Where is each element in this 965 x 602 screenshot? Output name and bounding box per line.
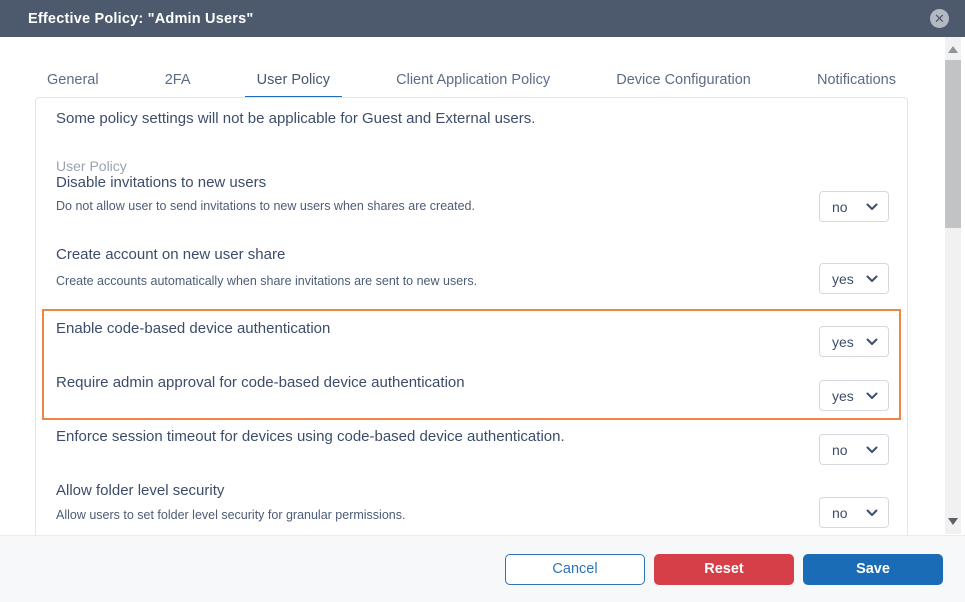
cancel-button[interactable]: Cancel (505, 554, 645, 585)
modal-footer: Cancel Reset Save (0, 535, 965, 602)
tab-general[interactable]: General (35, 70, 111, 96)
select-value: no (832, 505, 848, 521)
setting-select-require-admin-approval[interactable]: yes (819, 380, 889, 411)
modal-header: Effective Policy: "Admin Users" ✕ (0, 0, 965, 37)
select-value: no (832, 199, 848, 215)
chevron-down-icon (866, 392, 878, 400)
vertical-scrollbar[interactable] (945, 37, 961, 534)
save-button[interactable]: Save (803, 554, 943, 585)
tab-bar: General 2FA User Policy Client Applicati… (35, 70, 908, 97)
setting-title-create-account: Create account on new user share (56, 246, 285, 263)
chevron-down-icon (866, 338, 878, 346)
setting-title-enable-code-auth: Enable code-based device authentication (56, 320, 330, 337)
scroll-down-icon[interactable] (948, 518, 958, 525)
setting-title-require-admin-approval: Require admin approval for code-based de… (56, 374, 465, 391)
tab-device-configuration[interactable]: Device Configuration (604, 70, 763, 96)
scrollbar-thumb[interactable] (945, 60, 961, 228)
setting-select-enforce-session-timeout[interactable]: no (819, 434, 889, 465)
setting-title-disable-invitations: Disable invitations to new users (56, 174, 266, 191)
tab-client-application-policy[interactable]: Client Application Policy (384, 70, 562, 96)
tab-2fa[interactable]: 2FA (153, 70, 203, 96)
select-value: yes (832, 334, 854, 350)
setting-title-enforce-session-timeout: Enforce session timeout for devices usin… (56, 428, 565, 445)
chevron-down-icon (866, 509, 878, 517)
scroll-up-icon[interactable] (948, 46, 958, 53)
setting-select-create-account[interactable]: yes (819, 263, 889, 294)
select-value: yes (832, 388, 854, 404)
tab-user-policy[interactable]: User Policy (245, 70, 342, 99)
setting-title-folder-level-security: Allow folder level security (56, 482, 224, 499)
settings-panel: Some policy settings will not be applica… (35, 97, 908, 535)
setting-desc-disable-invitations: Do not allow user to send invitations to… (56, 199, 475, 213)
close-icon[interactable]: ✕ (930, 9, 949, 28)
chevron-down-icon (866, 203, 878, 211)
setting-select-enable-code-auth[interactable]: yes (819, 326, 889, 357)
policy-note: Some policy settings will not be applica… (56, 108, 535, 130)
setting-select-disable-invitations[interactable]: no (819, 191, 889, 222)
modal-title: Effective Policy: "Admin Users" (28, 11, 253, 27)
setting-select-folder-level-security[interactable]: no (819, 497, 889, 528)
chevron-down-icon (866, 446, 878, 454)
select-value: yes (832, 271, 854, 287)
tab-notifications[interactable]: Notifications (805, 70, 908, 96)
setting-desc-create-account: Create accounts automatically when share… (56, 274, 477, 288)
reset-button[interactable]: Reset (654, 554, 794, 585)
select-value: no (832, 442, 848, 458)
chevron-down-icon (866, 275, 878, 283)
section-label: User Policy (56, 158, 127, 174)
setting-desc-folder-level-security: Allow users to set folder level security… (56, 508, 405, 522)
